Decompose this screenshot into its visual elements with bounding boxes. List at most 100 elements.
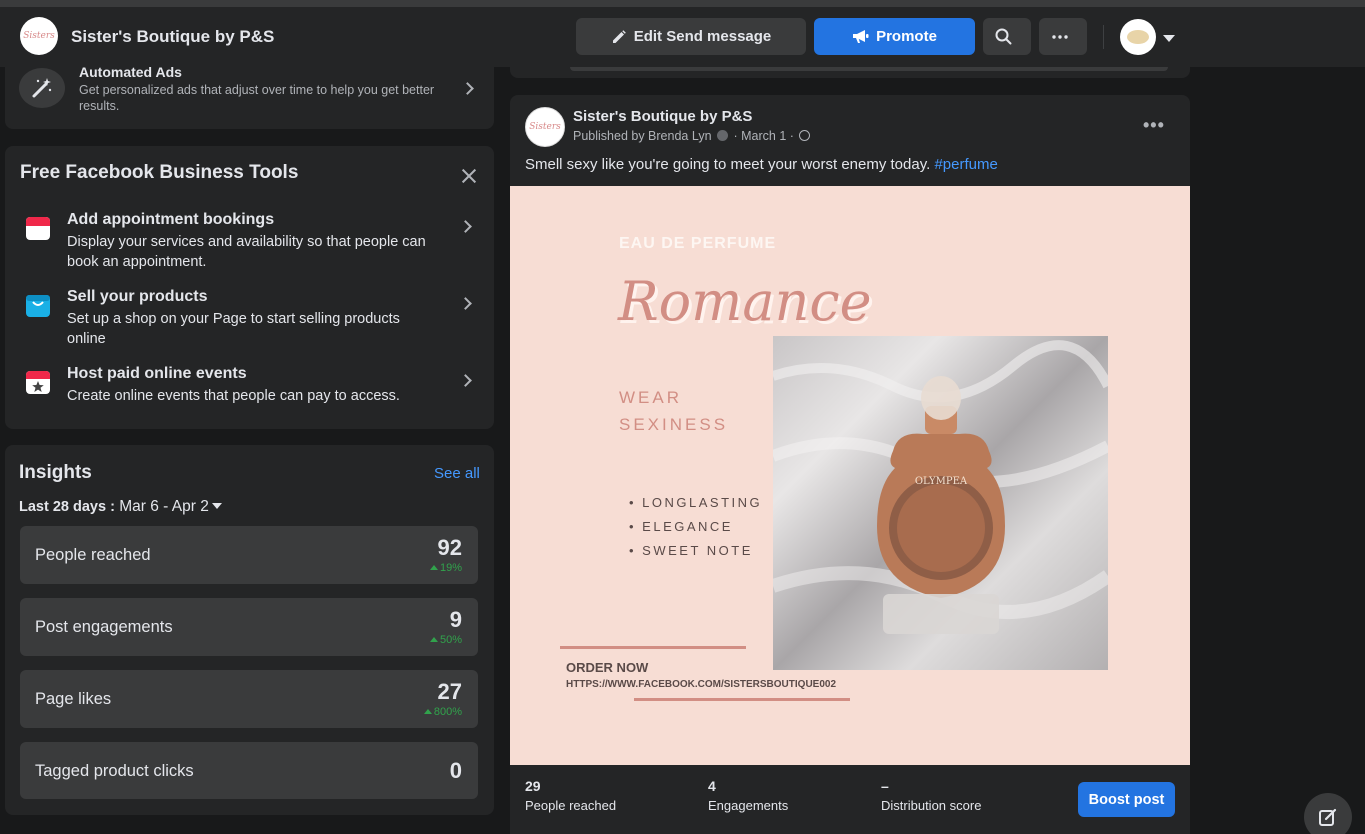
image-wear-sexiness: WEAR SEXINESS	[619, 384, 728, 438]
compose-button[interactable]	[1304, 793, 1352, 834]
search-icon	[995, 28, 1012, 45]
stat-page-likes[interactable]: Page likes 27 800%	[20, 670, 478, 728]
post-stat-people-reached: 29 People reached	[525, 778, 616, 813]
close-icon[interactable]	[461, 168, 477, 184]
chevron-right-icon	[459, 374, 472, 387]
chevron-right-icon	[459, 220, 472, 233]
stat-people-reached[interactable]: People reached 92 19%	[20, 526, 478, 584]
edit-send-message-label: Edit Send message	[633, 28, 772, 45]
image-url: HTTPS://WWW.FACEBOOK.COM/SISTERSBOUTIQUE…	[566, 679, 837, 690]
stat-value: 0	[449, 758, 462, 783]
see-all-link[interactable]: See all	[434, 465, 480, 482]
date-range-label: Last 28 days :	[19, 499, 115, 515]
automated-ads-card[interactable]: Automated Ads Get personalized ads that …	[5, 64, 494, 129]
tool-description: Create online events that people can pay…	[67, 388, 400, 404]
promote-label: Promote	[876, 28, 937, 45]
search-button[interactable]	[983, 18, 1031, 55]
tool-item-shop[interactable]: Sell your products Set up a shop on your…	[5, 288, 494, 352]
previous-post-edge	[510, 67, 1190, 78]
stat-value: 27	[437, 679, 462, 704]
stat-tagged-product-clicks[interactable]: Tagged product clicks 0	[20, 742, 478, 799]
post-image[interactable]: EAU DE PERFUME Romance WEAR SEXINESS • L…	[510, 186, 1190, 765]
post-meta: Published by Brenda Lyn · March 1 ·	[573, 129, 811, 143]
post-stat-engagements: 4 Engagements	[708, 778, 788, 813]
edit-send-message-button[interactable]: Edit Send message	[576, 18, 806, 55]
tool-description: Display your services and availability s…	[67, 234, 426, 270]
stat-label: People reached	[35, 546, 151, 564]
image-bullets: • LONGLASTING • ELEGANCE • SWEET NOTE	[629, 491, 762, 563]
profile-avatar[interactable]	[1120, 19, 1156, 55]
stat-post-engagements[interactable]: Post engagements 9 50%	[20, 598, 478, 656]
post-options-icon[interactable]: •••	[1143, 115, 1165, 136]
stat-value: 92	[437, 535, 462, 560]
automated-ads-title: Automated Ads	[79, 64, 182, 80]
post-date[interactable]: March 1	[741, 129, 786, 143]
image-eau-de-perfume: EAU DE PERFUME	[619, 235, 777, 252]
stat-label: Tagged product clicks	[35, 762, 194, 780]
header-divider	[1103, 25, 1104, 49]
post-stat-value: 4	[708, 778, 716, 794]
more-dots-icon	[1051, 34, 1068, 39]
insights-card: Insights See all Last 28 days : Mar 6 - …	[5, 445, 494, 815]
tool-title: Host paid online events	[67, 365, 247, 382]
stat-value: 9	[449, 607, 462, 632]
post-stat-label: People reached	[525, 798, 617, 813]
page-logo-text: Sisters	[23, 31, 55, 41]
post-stat-distribution-score: – Distribution score	[881, 778, 981, 813]
image-bullet: • ELEGANCE	[629, 519, 733, 534]
account-menu-caret-icon[interactable]	[1163, 35, 1175, 42]
globe-icon	[799, 130, 811, 141]
top-bar: Sisters Sister's Boutique by P&S Edit Se…	[0, 0, 1365, 67]
hashtag-link[interactable]: #perfume	[934, 156, 997, 173]
shopping-bag-icon	[26, 295, 50, 317]
date-range-selector[interactable]: Last 28 days : Mar 6 - Apr 2	[19, 498, 222, 516]
caret-down-icon	[211, 503, 222, 509]
post-stat-value: –	[881, 778, 889, 794]
magic-wand-icon	[19, 68, 65, 108]
megaphone-icon	[853, 30, 869, 43]
stat-label: Page likes	[35, 690, 112, 708]
chevron-right-icon	[459, 297, 472, 310]
stat-label: Post engagements	[35, 618, 173, 636]
chevron-right-icon	[461, 82, 474, 95]
promote-button[interactable]: Promote	[814, 18, 975, 55]
boost-post-button[interactable]: Boost post	[1078, 782, 1175, 817]
image-order-now: ORDER NOW	[566, 660, 649, 675]
image-divider-top	[560, 646, 746, 649]
post-stat-label: Distribution score	[881, 798, 982, 813]
post-footer: 29 People reached 4 Engagements – Distri…	[510, 765, 1190, 834]
tool-item-appointments[interactable]: Add appointment bookings Display your se…	[5, 211, 494, 275]
tool-item-events[interactable]: Host paid online events Create online ev…	[5, 365, 494, 429]
post-author-avatar[interactable]: Sisters	[525, 107, 565, 147]
compose-icon	[1319, 808, 1337, 826]
post-card: Sisters Sister's Boutique by P&S Publish…	[510, 95, 1190, 834]
business-tools-card: Free Facebook Business Tools Add appoint…	[5, 146, 494, 429]
tool-title: Sell your products	[67, 288, 208, 305]
post-stat-value: 29	[525, 778, 541, 794]
image-wear-line1: WEAR	[619, 388, 682, 407]
post-text: Smell sexy like you're going to meet you…	[525, 156, 998, 173]
image-wear-line2: SEXINESS	[619, 415, 729, 434]
pencil-icon	[612, 29, 626, 43]
perfume-bottle-photo: OLYMPEA	[773, 336, 1108, 670]
page-name[interactable]: Sister's Boutique by P&S	[71, 27, 274, 47]
post-logo-text: Sisters	[529, 122, 561, 132]
post-body: Smell sexy like you're going to meet you…	[525, 156, 931, 173]
automated-ads-description: Get personalized ads that adjust over ti…	[79, 83, 435, 113]
image-romance-title: Romance	[618, 270, 872, 333]
page-logo[interactable]: Sisters	[20, 17, 58, 55]
image-bullet: • SWEET NOTE	[629, 543, 753, 558]
stat-change: 50%	[430, 634, 462, 646]
post-publisher: Published by Brenda Lyn	[573, 129, 712, 143]
image-bullet: • LONGLASTING	[629, 495, 763, 510]
stat-change: 800%	[424, 706, 462, 718]
info-icon[interactable]	[717, 130, 729, 141]
date-range-value: Mar 6 - Apr 2	[119, 498, 209, 515]
tool-title: Add appointment bookings	[67, 211, 275, 228]
post-author-name[interactable]: Sister's Boutique by P&S	[573, 108, 752, 125]
insights-title: Insights	[19, 462, 92, 483]
more-options-button[interactable]	[1039, 18, 1087, 55]
image-divider-bottom	[634, 698, 850, 701]
stat-change: 19%	[430, 562, 462, 574]
bottle-label-text: OLYMPEA	[915, 476, 968, 487]
